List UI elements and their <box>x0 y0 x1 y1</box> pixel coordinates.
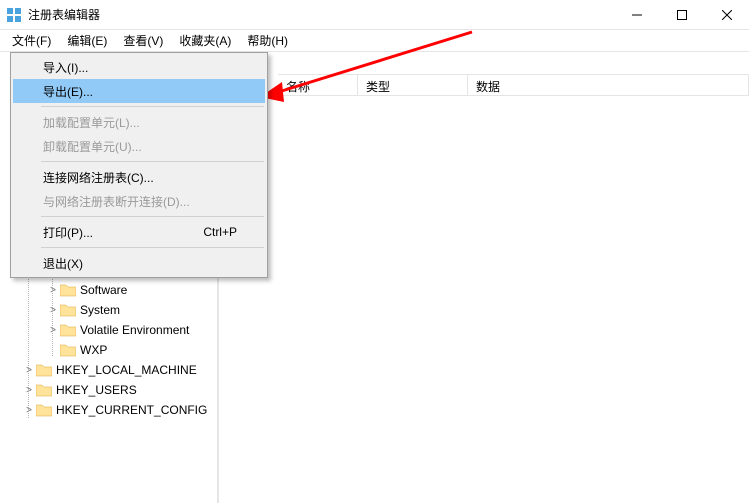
column-data[interactable]: 数据 <box>468 75 749 95</box>
menu-print-accel: Ctrl+P <box>203 225 237 239</box>
menu-export[interactable]: 导出(E)... <box>13 79 265 103</box>
expand-icon[interactable]: > <box>46 285 60 296</box>
column-name[interactable]: 名称 <box>278 75 358 95</box>
menu-export-label: 导出(E)... <box>43 83 93 100</box>
tree-item-software[interactable]: > Software <box>0 280 217 300</box>
menu-import-label: 导入(I)... <box>43 59 88 76</box>
folder-icon <box>60 343 76 357</box>
folder-icon <box>36 403 52 417</box>
menu-print-label: 打印(P)... <box>43 224 93 241</box>
column-type[interactable]: 类型 <box>358 75 468 95</box>
expand-icon[interactable]: > <box>22 365 36 376</box>
tree-item-label: Software <box>80 283 127 297</box>
menu-separator <box>41 216 264 217</box>
expand-icon <box>46 345 60 356</box>
expand-icon[interactable]: > <box>46 305 60 316</box>
maximize-button[interactable] <box>659 0 704 29</box>
close-button[interactable] <box>704 0 749 29</box>
tree-item-hklm[interactable]: > HKEY_LOCAL_MACHINE <box>0 360 217 380</box>
folder-icon <box>36 383 52 397</box>
tree-item-label: Volatile Environment <box>80 323 189 337</box>
menu-view[interactable]: 查看(V) <box>115 30 171 51</box>
menu-disconnect-network: 与网络注册表断开连接(D)... <box>13 189 265 213</box>
menu-exit[interactable]: 退出(X) <box>13 251 265 275</box>
listview-header: 名称 类型 数据 <box>278 74 749 96</box>
expand-icon[interactable]: > <box>22 385 36 396</box>
menu-import[interactable]: 导入(I)... <box>13 55 265 79</box>
tree-item-label: HKEY_CURRENT_CONFIG <box>56 403 207 417</box>
menu-file[interactable]: 文件(F) <box>4 30 59 51</box>
menu-separator <box>41 161 264 162</box>
menu-unload-hive: 卸载配置单元(U)... <box>13 134 265 158</box>
menu-favorites[interactable]: 收藏夹(A) <box>171 30 239 51</box>
tree-item-wxp[interactable]: WXP <box>0 340 217 360</box>
tree-item-label: HKEY_LOCAL_MACHINE <box>56 363 197 377</box>
tree-item-hku[interactable]: > HKEY_USERS <box>0 380 217 400</box>
tree-item-hkcc[interactable]: > HKEY_CURRENT_CONFIG <box>0 400 217 420</box>
tree-item-system[interactable]: > System <box>0 300 217 320</box>
tree-item-volatile-environment[interactable]: > Volatile Environment <box>0 320 217 340</box>
menu-edit[interactable]: 编辑(E) <box>59 30 115 51</box>
menu-separator <box>41 106 264 107</box>
tree-item-label: System <box>80 303 120 317</box>
menu-connect-network-label: 连接网络注册表(C)... <box>43 169 154 186</box>
menu-bar: 文件(F) 编辑(E) 查看(V) 收藏夹(A) 帮助(H) <box>0 30 749 52</box>
window-title: 注册表编辑器 <box>28 6 614 23</box>
menu-connect-network[interactable]: 连接网络注册表(C)... <box>13 165 265 189</box>
menu-exit-label: 退出(X) <box>43 255 83 272</box>
menu-print[interactable]: 打印(P)... Ctrl+P <box>13 220 265 244</box>
menu-load-hive-label: 加载配置单元(L)... <box>43 114 140 131</box>
expand-icon[interactable]: > <box>46 325 60 336</box>
app-icon <box>6 7 22 23</box>
menu-help[interactable]: 帮助(H) <box>239 30 296 51</box>
folder-icon <box>60 283 76 297</box>
file-menu-dropdown: 导入(I)... 导出(E)... 加载配置单元(L)... 卸载配置单元(U)… <box>10 52 268 278</box>
menu-unload-hive-label: 卸载配置单元(U)... <box>43 138 142 155</box>
folder-icon <box>36 363 52 377</box>
folder-icon <box>60 323 76 337</box>
menu-disconnect-network-label: 与网络注册表断开连接(D)... <box>43 193 190 210</box>
expand-icon[interactable]: > <box>22 405 36 416</box>
tree-item-label: WXP <box>80 343 107 357</box>
tree-item-label: HKEY_USERS <box>56 383 137 397</box>
registry-tree[interactable]: > Printers > Software > System > Volatil… <box>0 258 218 503</box>
menu-load-hive: 加载配置单元(L)... <box>13 110 265 134</box>
minimize-button[interactable] <box>614 0 659 29</box>
menu-separator <box>41 247 264 248</box>
folder-icon <box>60 303 76 317</box>
